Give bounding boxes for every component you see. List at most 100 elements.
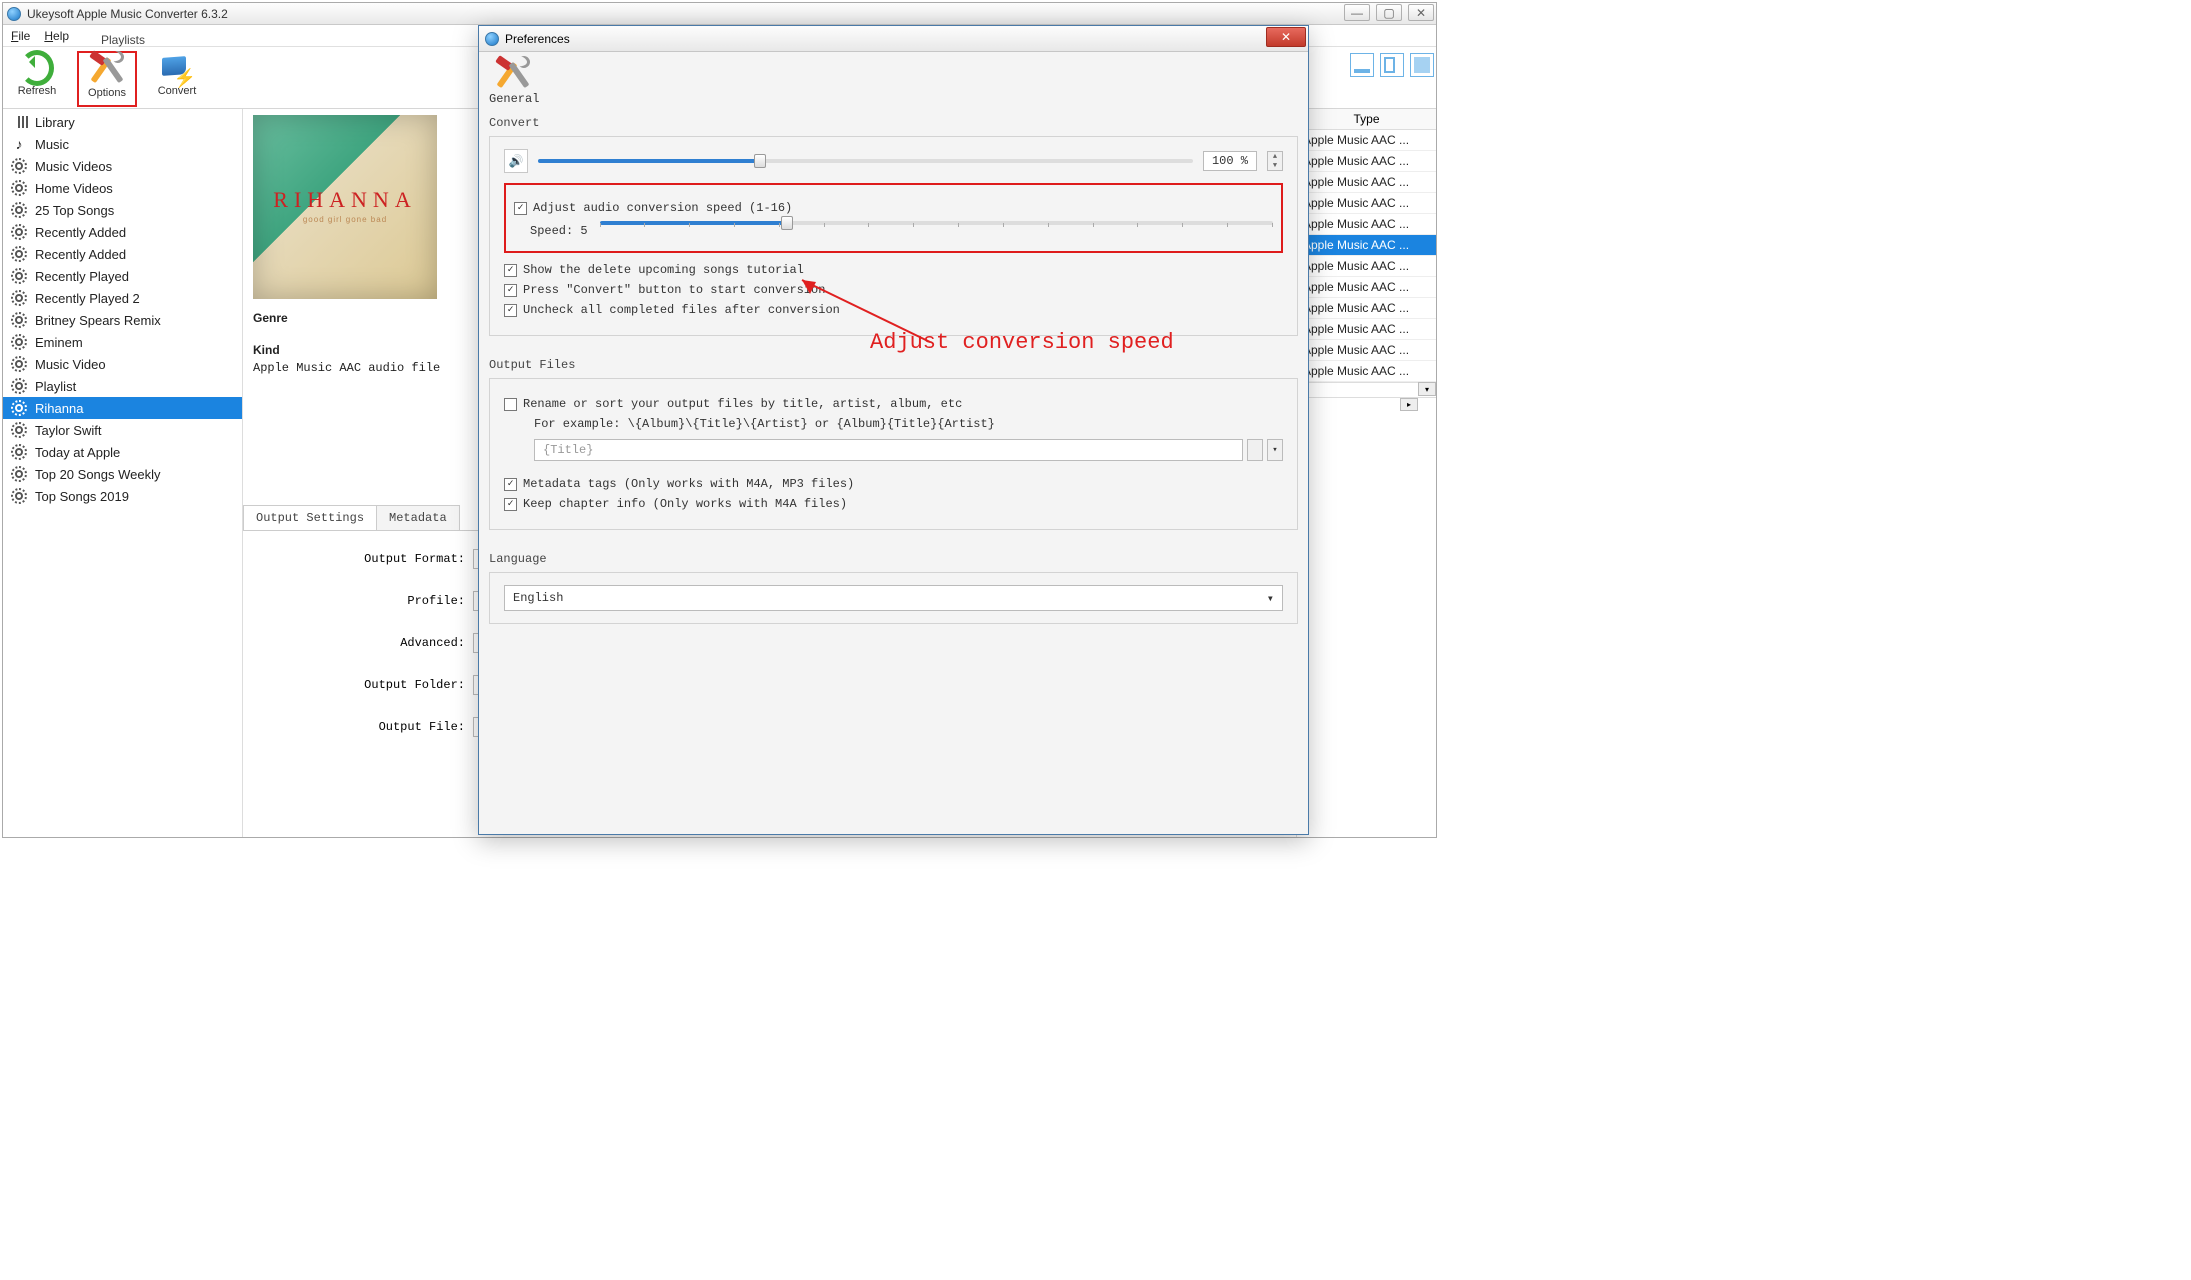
speed-value-label: Speed: 5 — [530, 224, 588, 238]
advanced-label: Advanced: — [253, 636, 473, 650]
playlist-label: Playlist — [35, 379, 76, 394]
profile-label: Profile: — [253, 594, 473, 608]
window-title: Ukeysoft Apple Music Converter 6.3.2 — [27, 7, 228, 21]
preferences-dialog: Preferences ✕ General Convert 🔊 100 % ▲▼… — [478, 25, 1309, 835]
playlist-label: 25 Top Songs — [35, 203, 114, 218]
music-icon: ♪ — [11, 136, 27, 152]
type-row[interactable]: Apple Music AAC ... — [1297, 172, 1436, 193]
playlist-item[interactable]: Britney Spears Remix — [3, 309, 242, 331]
playlist-label: Recently Played — [35, 269, 129, 284]
app-icon — [7, 7, 21, 21]
adjust-speed-label: Adjust audio conversion speed (1-16) — [533, 201, 792, 215]
uncheck-completed-checkbox[interactable]: ✓ — [504, 304, 517, 317]
type-row[interactable]: Apple Music AAC ... — [1297, 214, 1436, 235]
layout-fill-button[interactable] — [1410, 53, 1434, 77]
gear-icon — [11, 488, 27, 504]
output-files-section-title: Output Files — [489, 358, 1298, 372]
type-list[interactable]: Apple Music AAC ...Apple Music AAC ...Ap… — [1297, 130, 1436, 382]
output-folder-label: Output Folder: — [253, 678, 473, 692]
volume-value[interactable]: 100 % — [1203, 151, 1257, 171]
type-row[interactable]: Apple Music AAC ... — [1297, 298, 1436, 319]
rename-pattern-button[interactable] — [1247, 439, 1263, 461]
rename-pattern-dropdown[interactable]: ▾ — [1267, 439, 1283, 461]
maximize-button[interactable]: ▢ — [1376, 4, 1402, 21]
minimize-button[interactable]: — — [1344, 4, 1370, 21]
playlist-label: Home Videos — [35, 181, 113, 196]
playlist-item[interactable]: Recently Played — [3, 265, 242, 287]
playlist-item[interactable]: Playlist — [3, 375, 242, 397]
rename-pattern-input[interactable]: {Title} — [534, 439, 1243, 461]
dropdown-icon: ▾ — [1267, 591, 1274, 606]
keep-chapter-checkbox[interactable]: ✓ — [504, 498, 517, 511]
playlist-item[interactable]: Rihanna — [3, 397, 242, 419]
type-row[interactable]: Apple Music AAC ... — [1297, 319, 1436, 340]
metadata-tags-checkbox[interactable]: ✓ — [504, 478, 517, 491]
titlebar[interactable]: Ukeysoft Apple Music Converter 6.3.2 — ▢… — [3, 3, 1436, 25]
close-button[interactable]: ✕ — [1408, 4, 1434, 21]
playlist-item[interactable]: Top Songs 2019 — [3, 485, 242, 507]
rename-example: For example: \{Album}\{Title}\{Artist} o… — [534, 417, 1283, 431]
playlist-item[interactable]: Home Videos — [3, 177, 242, 199]
type-scroll-down-button[interactable]: ▾ — [1418, 382, 1436, 396]
volume-spinner[interactable]: ▲▼ — [1267, 151, 1283, 171]
tab-metadata[interactable]: Metadata — [376, 505, 460, 530]
gear-icon — [11, 158, 27, 174]
album-subtitle-overlay: good girl gone bad — [253, 215, 437, 224]
prefs-general-tab[interactable]: General — [489, 58, 537, 106]
gear-icon — [11, 224, 27, 240]
playlist-label: Recently Added — [35, 225, 126, 240]
output-files-section: Rename or sort your output files by titl… — [489, 378, 1298, 530]
prefs-titlebar[interactable]: Preferences ✕ — [479, 26, 1308, 52]
press-convert-checkbox[interactable]: ✓ — [504, 284, 517, 297]
layout-bottom-button[interactable] — [1350, 53, 1374, 77]
playlist-item[interactable]: Recently Played 2 — [3, 287, 242, 309]
type-row[interactable]: Apple Music AAC ... — [1297, 361, 1436, 382]
type-row[interactable]: Apple Music AAC ... — [1297, 256, 1436, 277]
playlist-item[interactable]: Music Videos — [3, 155, 242, 177]
layout-outline-button[interactable] — [1380, 53, 1404, 77]
prefs-close-button[interactable]: ✕ — [1266, 27, 1306, 47]
gear-icon — [11, 400, 27, 416]
general-icon — [496, 58, 530, 92]
language-section-title: Language — [489, 552, 1298, 566]
playlist-item[interactable]: Music Video — [3, 353, 242, 375]
volume-slider[interactable] — [538, 159, 1193, 163]
type-row[interactable]: Apple Music AAC ... — [1297, 340, 1436, 361]
playlist-item[interactable]: Today at Apple — [3, 441, 242, 463]
playlist-item[interactable]: ♪Music — [3, 133, 242, 155]
prefs-icon — [485, 32, 499, 46]
type-row[interactable]: Apple Music AAC ... — [1297, 277, 1436, 298]
playlist-item[interactable]: Taylor Swift — [3, 419, 242, 441]
type-row[interactable]: Apple Music AAC ... — [1297, 193, 1436, 214]
playlist-label: Taylor Swift — [35, 423, 101, 438]
playlist-item[interactable]: Top 20 Songs Weekly — [3, 463, 242, 485]
type-row[interactable]: Apple Music AAC ... — [1297, 151, 1436, 172]
playlist-label: Britney Spears Remix — [35, 313, 161, 328]
playlist-item[interactable]: 25 Top Songs — [3, 199, 242, 221]
adjust-speed-checkbox[interactable]: ✓ — [514, 202, 527, 215]
keep-chapter-label: Keep chapter info (Only works with M4A f… — [523, 497, 847, 511]
playlists-list[interactable]: Library ♪MusicMusic Videos Home Videos 25 T… — [3, 109, 242, 509]
rename-label: Rename or sort your output files by titl… — [523, 397, 962, 411]
type-row[interactable]: Apple Music AAC ... — [1297, 130, 1436, 151]
language-select[interactable]: English ▾ — [504, 585, 1283, 611]
language-section: English ▾ — [489, 572, 1298, 624]
playlist-item[interactable]: Eminem — [3, 331, 242, 353]
type-hscroll-right-button[interactable]: ▸ — [1400, 398, 1418, 411]
playlist-item[interactable]: Recently Added — [3, 243, 242, 265]
library-icon — [11, 114, 27, 130]
show-tutorial-checkbox[interactable]: ✓ — [504, 264, 517, 277]
playlist-item[interactable]: Recently Added — [3, 221, 242, 243]
output-file-label: Output File: — [253, 720, 473, 734]
prefs-title: Preferences — [505, 32, 570, 46]
tab-output-settings[interactable]: Output Settings — [243, 505, 377, 530]
output-format-label: Output Format: — [253, 552, 473, 566]
type-row[interactable]: Apple Music AAC ... — [1297, 235, 1436, 256]
playlist-item[interactable]: Library — [3, 111, 242, 133]
playlist-label: Rihanna — [35, 401, 83, 416]
rename-checkbox[interactable] — [504, 398, 517, 411]
type-header[interactable]: Type — [1297, 109, 1436, 130]
playlist-label: Library — [35, 115, 75, 130]
playlist-label: Eminem — [35, 335, 83, 350]
general-label: General — [489, 92, 537, 106]
